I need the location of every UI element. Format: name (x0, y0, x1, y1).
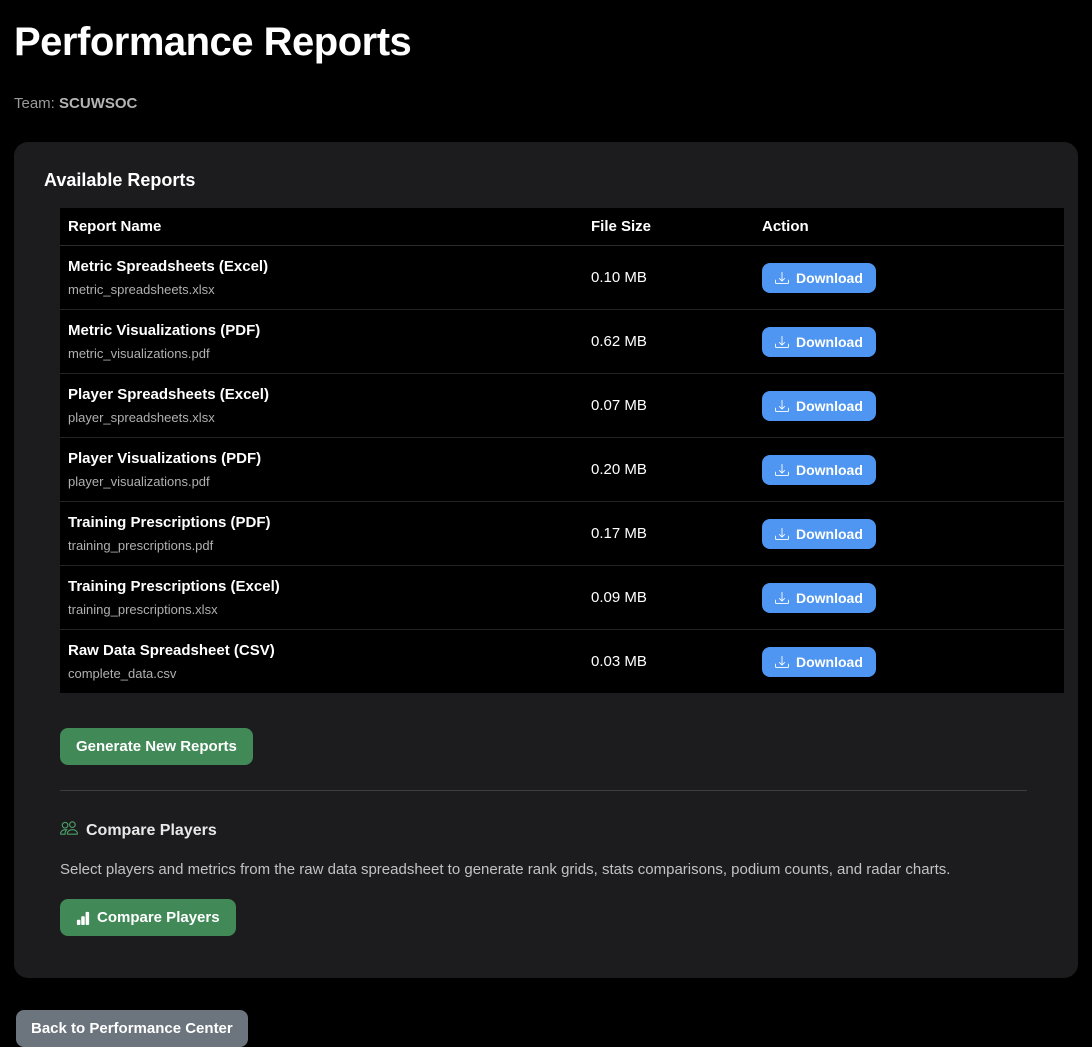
report-filename: complete_data.csv (68, 666, 575, 682)
download-button-label: Download (796, 590, 863, 606)
table-row: Metric Spreadsheets (Excel) metric_sprea… (60, 246, 1064, 310)
team-label: Team: (14, 95, 55, 112)
table-body: Metric Spreadsheets (Excel) metric_sprea… (60, 246, 1064, 693)
action-cell: Download (754, 252, 1064, 304)
report-name-cell: Metric Spreadsheets (Excel) metric_sprea… (60, 246, 583, 309)
download-button[interactable]: Download (762, 391, 876, 421)
download-icon (775, 399, 789, 413)
report-name-cell: Metric Visualizations (PDF) metric_visua… (60, 310, 583, 373)
available-reports-card: Available Reports Report Name File Size … (14, 142, 1078, 978)
report-name-cell: Training Prescriptions (PDF) training_pr… (60, 502, 583, 565)
table-header-row: Report Name File Size Action (60, 208, 1064, 246)
back-button-label: Back to Performance Center (31, 1020, 233, 1037)
report-size: 0.62 MB (583, 322, 754, 361)
download-button-label: Download (796, 270, 863, 286)
compare-players-heading-label: Compare Players (86, 822, 217, 840)
download-button[interactable]: Download (762, 263, 876, 293)
report-size: 0.07 MB (583, 386, 754, 425)
report-filename: metric_spreadsheets.xlsx (68, 282, 575, 298)
report-name: Raw Data Spreadsheet (CSV) (68, 641, 575, 661)
report-size: 0.10 MB (583, 258, 754, 297)
download-icon (775, 271, 789, 285)
report-size: 0.17 MB (583, 514, 754, 553)
section-divider (60, 790, 1027, 791)
action-cell: Download (754, 444, 1064, 496)
report-name-cell: Player Spreadsheets (Excel) player_sprea… (60, 374, 583, 437)
download-button-label: Download (796, 462, 863, 478)
action-cell: Download (754, 636, 1064, 688)
download-button[interactable]: Download (762, 519, 876, 549)
column-header-file-size: File Size (583, 208, 754, 245)
report-name-cell: Raw Data Spreadsheet (CSV) complete_data… (60, 630, 583, 693)
report-name: Metric Spreadsheets (Excel) (68, 257, 575, 277)
download-button[interactable]: Download (762, 583, 876, 613)
report-filename: metric_visualizations.pdf (68, 346, 575, 362)
report-name: Training Prescriptions (PDF) (68, 513, 575, 533)
report-size: 0.20 MB (583, 450, 754, 489)
compare-players-heading: Compare Players (60, 819, 1027, 842)
team-name: SCUWSOC (59, 95, 137, 112)
bar-chart-icon (76, 911, 90, 925)
download-button[interactable]: Download (762, 647, 876, 677)
download-button-label: Download (796, 526, 863, 542)
card-heading: Available Reports (44, 170, 1048, 191)
report-name: Player Spreadsheets (Excel) (68, 385, 575, 405)
table-row: Training Prescriptions (PDF) training_pr… (60, 502, 1064, 566)
compare-players-description: Select players and metrics from the raw … (60, 861, 1027, 878)
download-icon (775, 463, 789, 477)
report-filename: training_prescriptions.xlsx (68, 602, 575, 618)
compare-players-button[interactable]: Compare Players (60, 899, 236, 936)
report-name-cell: Player Visualizations (PDF) player_visua… (60, 438, 583, 501)
download-button[interactable]: Download (762, 327, 876, 357)
report-name: Metric Visualizations (PDF) (68, 321, 575, 341)
report-size: 0.03 MB (583, 642, 754, 681)
download-button-label: Download (796, 654, 863, 670)
action-cell: Download (754, 380, 1064, 432)
generate-reports-label: Generate New Reports (76, 738, 237, 755)
column-header-action: Action (754, 208, 1064, 245)
download-icon (775, 335, 789, 349)
report-name-cell: Training Prescriptions (Excel) training_… (60, 566, 583, 629)
back-to-performance-center-button[interactable]: Back to Performance Center (16, 1010, 248, 1047)
report-name: Player Visualizations (PDF) (68, 449, 575, 469)
action-cell: Download (754, 316, 1064, 368)
generate-reports-button[interactable]: Generate New Reports (60, 728, 253, 765)
table-row: Metric Visualizations (PDF) metric_visua… (60, 310, 1064, 374)
download-button[interactable]: Download (762, 455, 876, 485)
reports-table: Report Name File Size Action Metric Spre… (60, 208, 1064, 693)
page-title: Performance Reports (14, 20, 1078, 65)
compare-players-button-label: Compare Players (97, 909, 220, 926)
report-size: 0.09 MB (583, 578, 754, 617)
team-line: Team: SCUWSOC (14, 95, 1078, 112)
report-filename: training_prescriptions.pdf (68, 538, 575, 554)
action-cell: Download (754, 572, 1064, 624)
column-header-report-name: Report Name (60, 208, 583, 245)
report-name: Training Prescriptions (Excel) (68, 577, 575, 597)
table-row: Player Spreadsheets (Excel) player_sprea… (60, 374, 1064, 438)
action-cell: Download (754, 508, 1064, 560)
report-filename: player_spreadsheets.xlsx (68, 410, 575, 426)
download-icon (775, 591, 789, 605)
report-filename: player_visualizations.pdf (68, 474, 575, 490)
table-row: Raw Data Spreadsheet (CSV) complete_data… (60, 630, 1064, 693)
download-icon (775, 527, 789, 541)
download-button-label: Download (796, 334, 863, 350)
download-icon (775, 655, 789, 669)
table-row: Training Prescriptions (Excel) training_… (60, 566, 1064, 630)
people-icon (60, 819, 78, 842)
table-row: Player Visualizations (PDF) player_visua… (60, 438, 1064, 502)
download-button-label: Download (796, 398, 863, 414)
